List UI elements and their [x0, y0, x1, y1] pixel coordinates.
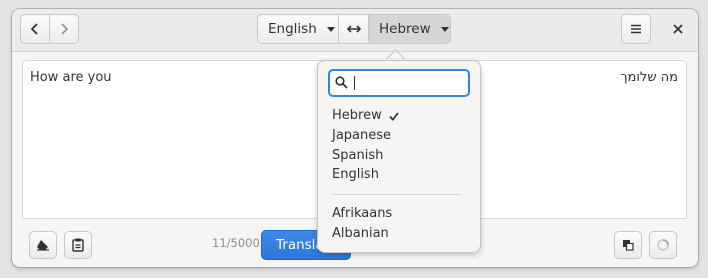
- paste-button[interactable]: [64, 231, 92, 259]
- source-text-pane[interactable]: How are you: [22, 60, 344, 219]
- paste-icon: [72, 238, 84, 252]
- language-option-albanian[interactable]: Albanian: [332, 226, 389, 241]
- language-option-spanish[interactable]: Spanish: [332, 148, 383, 163]
- language-option-afrikaans[interactable]: Afrikaans: [332, 206, 392, 221]
- swap-icon: [346, 25, 361, 33]
- search-icon: [335, 76, 348, 89]
- target-text: מה שלומך: [620, 70, 678, 85]
- source-language-label: English: [268, 21, 317, 37]
- language-option-english[interactable]: English: [332, 167, 379, 182]
- text-cursor: [354, 76, 355, 90]
- check-icon: [389, 112, 399, 121]
- character-counter: 11/5000: [212, 236, 260, 250]
- listen-button[interactable]: [649, 231, 677, 259]
- caret-down-icon: [440, 26, 449, 32]
- language-popover: Hebrew Japanese Spanish English Afrikaan…: [317, 60, 481, 253]
- language-search-field[interactable]: [328, 69, 470, 97]
- target-language-label: Hebrew: [379, 21, 431, 37]
- spinner-icon: [657, 239, 669, 251]
- chevron-left-icon: [30, 23, 38, 35]
- source-language-dropdown[interactable]: English: [257, 14, 339, 44]
- close-button[interactable]: [663, 14, 693, 44]
- source-text: How are you: [30, 70, 112, 85]
- target-language-dropdown[interactable]: Hebrew: [369, 14, 451, 44]
- main-menu-button[interactable]: [621, 14, 651, 44]
- forward-button[interactable]: [49, 14, 79, 44]
- back-button[interactable]: [20, 14, 50, 44]
- language-selector-group: English Hebrew: [257, 14, 451, 44]
- header-bar: English Hebrew: [12, 9, 698, 52]
- language-search-input[interactable]: [352, 74, 462, 92]
- caret-down-icon: [326, 26, 335, 32]
- clear-button[interactable]: [29, 231, 57, 259]
- copy-icon: [623, 240, 634, 251]
- language-option-japanese[interactable]: Japanese: [332, 128, 391, 143]
- language-option-hebrew[interactable]: Hebrew: [332, 108, 382, 123]
- eraser-icon: [37, 240, 49, 251]
- swap-languages-button[interactable]: [339, 14, 369, 44]
- popover-divider: [332, 194, 461, 195]
- hamburger-menu-icon: [631, 24, 641, 34]
- close-icon: [673, 24, 683, 34]
- chevron-right-icon: [61, 23, 69, 35]
- copy-button[interactable]: [614, 231, 642, 259]
